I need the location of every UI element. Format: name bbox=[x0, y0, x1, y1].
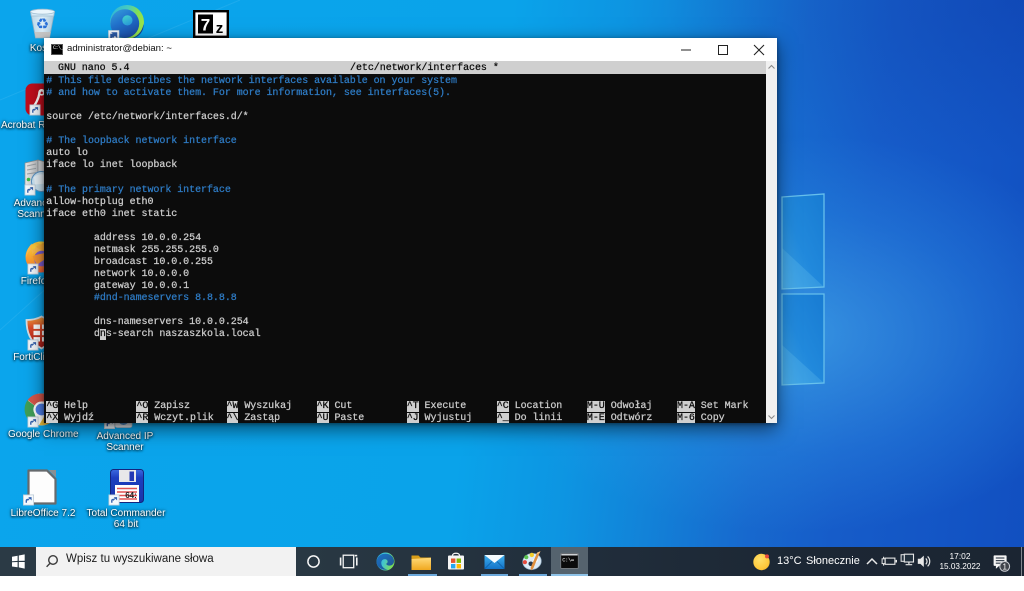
svg-text:z: z bbox=[216, 20, 224, 37]
svg-text:♻: ♻ bbox=[36, 16, 49, 33]
svg-text:1: 1 bbox=[1002, 562, 1007, 571]
svg-text:7: 7 bbox=[201, 16, 210, 35]
svg-text:C:\: C:\ bbox=[562, 556, 571, 563]
svg-text:64:: 64: bbox=[125, 491, 137, 500]
